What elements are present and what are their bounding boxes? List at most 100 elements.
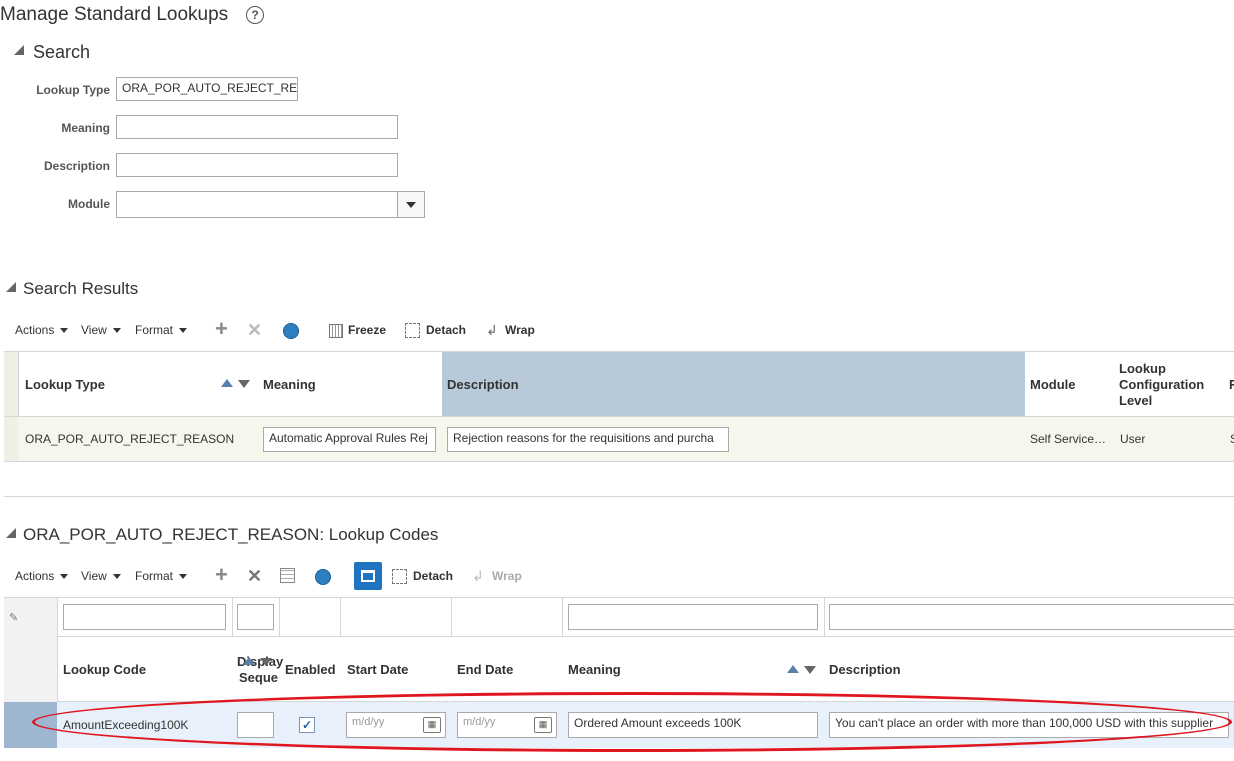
table-border-bottom [4,461,1234,462]
start-date-input[interactable]: m/d/yy ▦ [346,712,446,738]
results-format-menu[interactable]: Format [135,323,188,337]
filter-icon [361,570,375,582]
lookup-type-input[interactable]: ORA_POR_AUTO_REJECT_RE [116,77,298,101]
col-header-enabled[interactable]: Enabled [285,662,336,677]
meaning-label: Meaning [61,121,110,135]
row-clipped-cell: S [1230,432,1234,446]
filter-meaning[interactable] [568,604,818,630]
globe-icon[interactable] [283,323,299,339]
col-header-lookup-code[interactable]: Lookup Code [63,662,146,677]
wrap-icon: ↲ [472,568,484,584]
query-by-example-button[interactable] [354,562,382,590]
row-selector[interactable] [4,702,57,748]
results-actions-menu[interactable]: Actions [15,323,69,337]
module-select[interactable] [116,191,425,218]
format-label: Format [135,569,174,583]
description-header-highlight [442,352,1025,416]
col-header-config-level-2[interactable]: Configuration [1119,377,1204,392]
chevron-down-icon [60,327,69,333]
col-divider [824,598,825,636]
codes-wrap-button: Wrap [492,569,522,583]
edit-icon: ✎ [9,612,19,624]
col-header-display-sequence-2[interactable]: Seque [239,670,278,685]
freeze-button[interactable]: Freeze [348,323,386,337]
col-divider [451,598,452,636]
sort-ascending-icon[interactable] [787,665,799,673]
row-description-input[interactable]: Rejection reasons for the requisitions a… [447,427,729,452]
section-divider [4,496,1234,497]
col-header-config-level-1[interactable]: Lookup [1119,361,1166,376]
filter-display-sequence[interactable] [237,604,274,630]
col-divider [232,598,233,636]
chevron-down-icon [112,573,121,579]
lookup-type-label: Lookup Type [36,83,110,97]
description-label: Description [43,159,110,173]
view-label: View [81,323,107,337]
col-header-module[interactable]: Module [1030,377,1076,392]
add-icon[interactable]: + [215,318,228,340]
codes-actions-menu[interactable]: Actions [15,569,69,583]
help-icon[interactable]: ? [246,6,264,24]
col-header-start-date[interactable]: Start Date [347,662,408,677]
row-meaning-input[interactable]: Ordered Amount exceeds 100K [568,712,818,738]
codes-detach-button[interactable]: Detach [413,569,453,583]
end-date-input[interactable]: m/d/yy ▦ [457,712,557,738]
row-lookup-type: ORA_POR_AUTO_REJECT_REASON [25,432,235,446]
row-description-input[interactable]: You can't place an order with more than … [829,712,1229,738]
results-view-menu[interactable]: View [81,323,121,337]
calendar-icon[interactable]: ▦ [534,717,552,733]
row-display-sequence-input[interactable] [237,712,274,738]
end-date-placeholder: m/d/yy [463,716,496,728]
row-header-column [4,352,19,462]
col-header-end-date[interactable]: End Date [457,662,513,677]
duplicate-icon[interactable] [280,568,295,583]
actions-label: Actions [15,569,55,583]
codes-view-menu[interactable]: View [81,569,121,583]
sort-descending-icon[interactable] [260,658,272,666]
freeze-icon [329,324,343,338]
codes-format-menu[interactable]: Format [135,569,188,583]
chevron-down-icon [179,573,188,579]
sort-descending-icon[interactable] [804,666,816,674]
detach-icon [405,323,420,338]
filter-divider [57,636,1234,637]
chevron-down-icon [179,327,188,333]
search-section-title: Search [33,42,91,62]
add-icon[interactable]: + [215,564,228,586]
enabled-checkbox[interactable]: ✓ [299,717,315,733]
collapse-results-icon[interactable] [6,282,16,292]
row-meaning-input[interactable]: Automatic Approval Rules Rej [263,427,436,452]
calendar-icon[interactable]: ▦ [423,717,441,733]
col-header-lookup-type[interactable]: Lookup Type [25,377,105,392]
row-lookup-code: AmountExceeding100K [63,718,189,732]
results-section-title: Search Results [23,279,139,298]
wrap-icon: ↲ [486,322,498,338]
page-title: Manage Standard Lookups [0,4,229,25]
description-input[interactable] [116,153,398,177]
detach-button[interactable]: Detach [426,323,466,337]
collapse-search-icon[interactable] [14,45,24,55]
col-header-meaning[interactable]: Meaning [568,662,621,677]
wrap-button[interactable]: Wrap [505,323,535,337]
table-border-top [4,597,1234,598]
filter-description[interactable] [829,604,1234,630]
detach-icon [392,569,407,584]
sort-ascending-icon[interactable] [221,379,233,387]
delete-icon[interactable]: ✕ [247,321,262,339]
view-label: View [81,569,107,583]
sort-ascending-icon[interactable] [243,657,255,665]
sort-descending-icon[interactable] [238,380,250,388]
col-header-meaning[interactable]: Meaning [263,377,316,392]
col-divider [279,598,280,636]
meaning-input[interactable] [116,115,398,139]
filter-lookup-code[interactable] [63,604,226,630]
module-dropdown-button[interactable] [397,192,424,217]
col-header-config-level-3[interactable]: Level [1119,393,1152,408]
col-divider [562,598,563,636]
globe-icon[interactable] [315,569,331,585]
collapse-codes-icon[interactable] [6,528,16,538]
codes-section-title: ORA_POR_AUTO_REJECT_REASON: Lookup Codes [23,525,439,544]
delete-icon[interactable]: ✕ [247,567,262,585]
col-header-description[interactable]: Description [829,662,901,677]
col-header-description[interactable]: Description [447,377,519,392]
